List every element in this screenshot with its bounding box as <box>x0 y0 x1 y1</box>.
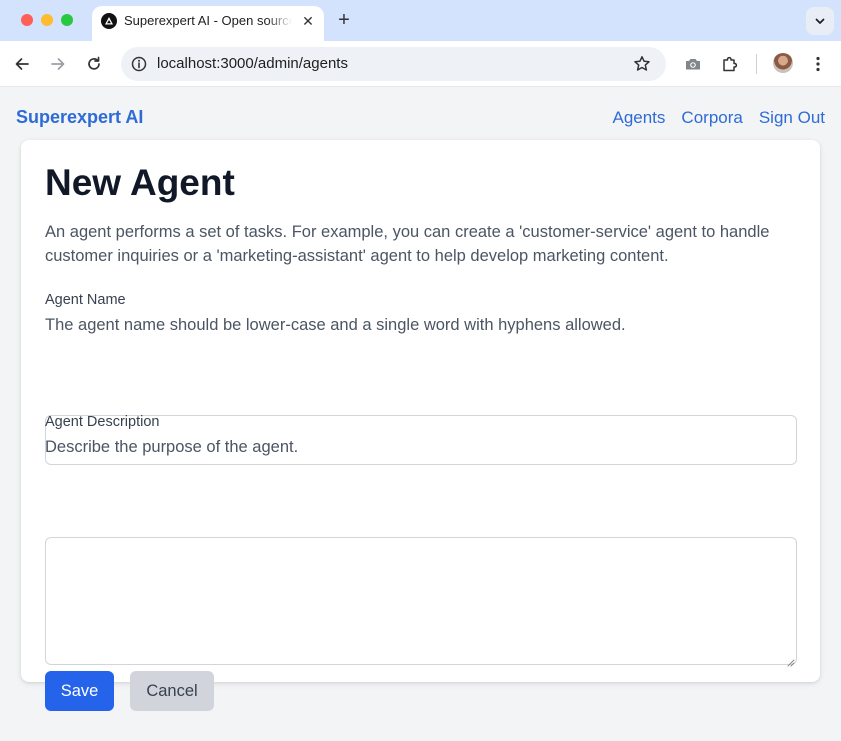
site-favicon-icon <box>101 13 117 29</box>
extensions-puzzle-icon[interactable] <box>718 52 742 76</box>
reload-icon[interactable] <box>82 52 106 76</box>
browser-toolbar: localhost:3000/admin/agents <box>0 41 841 87</box>
toolbar-divider <box>756 54 757 74</box>
page-title: New Agent <box>45 162 235 203</box>
bookmark-star-icon[interactable] <box>633 55 651 73</box>
tab-list-chevron-icon[interactable] <box>806 7 834 35</box>
nav-agents-link[interactable]: Agents <box>612 108 665 128</box>
new-tab-plus-icon[interactable]: + <box>334 8 354 32</box>
browser-tab[interactable]: Superexpert AI - Open source ✕ <box>92 6 324 41</box>
forward-arrow-icon[interactable] <box>46 52 70 76</box>
page: Superexpert AI Agents Corpora Sign Out N… <box>0 87 841 741</box>
back-arrow-icon[interactable] <box>10 52 34 76</box>
cancel-button[interactable]: Cancel <box>130 671 214 711</box>
agent-name-label: Agent Name <box>45 292 126 308</box>
tab-title: Superexpert AI - Open source <box>124 13 292 28</box>
form-intro-text: An agent performs a set of tasks. For ex… <box>45 223 770 265</box>
agent-description-help-text: Describe the purpose of the agent. <box>45 438 299 456</box>
site-info-icon[interactable] <box>131 56 147 72</box>
address-url[interactable]: localhost:3000/admin/agents <box>157 55 348 72</box>
kebab-menu-icon[interactable] <box>806 52 830 76</box>
textarea-resize-grip-icon[interactable] <box>786 654 795 667</box>
address-bar[interactable]: localhost:3000/admin/agents <box>121 47 666 81</box>
brand-logo-link[interactable]: Superexpert AI <box>16 107 143 128</box>
nav-corpora-link[interactable]: Corpora <box>681 108 742 128</box>
window-minimize-button[interactable] <box>41 14 53 26</box>
window-zoom-button[interactable] <box>61 14 73 26</box>
agent-name-help-text: The agent name should be lower-case and … <box>45 316 626 334</box>
browser-titlebar: Superexpert AI - Open source ✕ + <box>0 0 841 41</box>
profile-avatar[interactable] <box>773 53 793 73</box>
agent-description-textarea[interactable] <box>45 537 797 665</box>
agent-description-label: Agent Description <box>45 414 160 430</box>
window-close-button[interactable] <box>21 14 33 26</box>
camera-icon[interactable] <box>681 52 705 76</box>
new-agent-form-card: New Agent An agent performs a set of tas… <box>21 140 820 711</box>
nav-sign-out-link[interactable]: Sign Out <box>759 108 825 128</box>
top-nav: Agents Corpora Sign Out <box>612 108 825 128</box>
tab-close-icon[interactable]: ✕ <box>300 13 316 29</box>
save-button[interactable]: Save <box>45 671 114 711</box>
